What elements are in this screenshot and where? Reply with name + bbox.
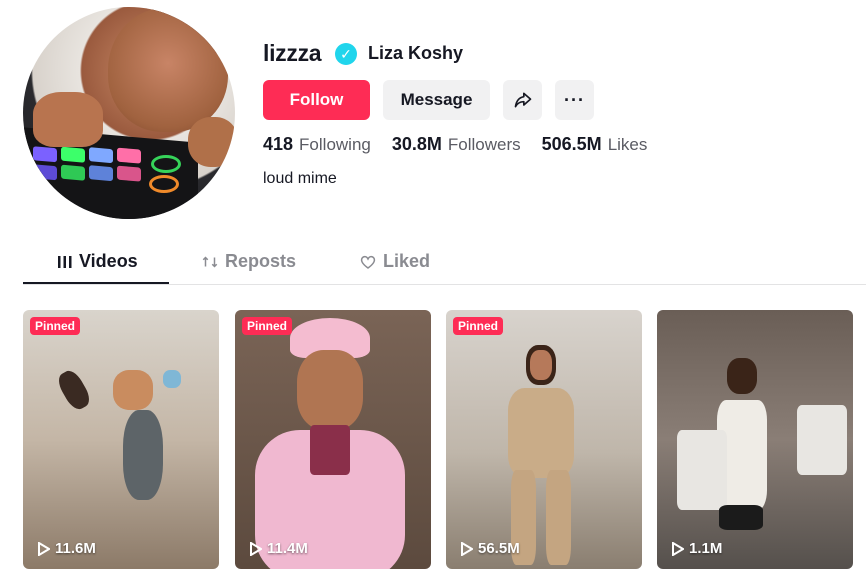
following-count: 418 bbox=[263, 134, 294, 154]
stat-likes: 506.5M Likes bbox=[542, 134, 648, 155]
active-tab-underline bbox=[23, 282, 169, 284]
view-count: 56.5M bbox=[461, 540, 520, 557]
tab-reposts-label: Reposts bbox=[225, 251, 297, 271]
play-icon bbox=[461, 541, 473, 556]
verified-badge-icon: ✓ bbox=[335, 43, 357, 65]
profile-bio: loud mime bbox=[263, 170, 337, 187]
view-count: 11.4M bbox=[250, 540, 308, 557]
avatar-hand bbox=[188, 117, 235, 167]
share-icon bbox=[514, 92, 531, 108]
view-count-value: 11.6M bbox=[55, 540, 96, 557]
likes-count: 506.5M bbox=[541, 134, 602, 154]
avatar-face bbox=[108, 7, 228, 132]
profile-nickname: Liza Koshy bbox=[368, 43, 464, 63]
heart-icon bbox=[360, 255, 376, 269]
pinned-badge: Pinned bbox=[30, 317, 81, 335]
play-icon bbox=[38, 541, 50, 556]
tab-liked-label: Liked bbox=[383, 251, 431, 271]
tab-liked[interactable]: Liked bbox=[359, 251, 430, 272]
follow-button[interactable]: Follow bbox=[263, 80, 370, 120]
play-icon bbox=[250, 541, 262, 556]
view-count-value: 1.1M bbox=[689, 540, 723, 557]
tab-videos-label: Videos bbox=[79, 251, 138, 271]
view-count: 1.1M bbox=[672, 540, 722, 557]
likes-label: Likes bbox=[607, 135, 648, 154]
video-card[interactable]: Pinned 11.4M bbox=[235, 310, 431, 569]
message-button[interactable]: Message bbox=[383, 80, 490, 120]
more-options-button[interactable]: ··· bbox=[555, 80, 594, 120]
play-icon bbox=[672, 541, 684, 556]
repost-icon bbox=[202, 255, 218, 268]
video-card[interactable]: Pinned 11.6M bbox=[23, 310, 219, 569]
followers-label: Followers bbox=[447, 135, 521, 154]
view-count-value: 11.4M bbox=[267, 540, 308, 557]
profile-username: lizzza bbox=[263, 40, 322, 66]
view-count-value: 56.5M bbox=[478, 540, 520, 557]
share-button[interactable] bbox=[503, 80, 542, 120]
pinned-badge: Pinned bbox=[242, 317, 293, 335]
video-card[interactable]: 1.1M bbox=[657, 310, 853, 569]
video-card[interactable]: Pinned 56.5M bbox=[446, 310, 642, 569]
stat-followers[interactable]: 30.8M Followers bbox=[392, 134, 521, 155]
pinned-badge: Pinned bbox=[453, 317, 504, 335]
tab-videos[interactable]: Videos bbox=[57, 251, 138, 272]
followers-count: 30.8M bbox=[391, 134, 442, 154]
grid-icon bbox=[58, 255, 72, 268]
profile-tabs: Videos Reposts Liked bbox=[23, 245, 866, 285]
tab-reposts[interactable]: Reposts bbox=[201, 251, 296, 272]
view-count: 11.6M bbox=[38, 540, 96, 557]
stat-following[interactable]: 418 Following bbox=[263, 134, 371, 155]
avatar-hand bbox=[33, 92, 103, 147]
profile-stats: 418 Following 30.8M Followers 506.5M Likes bbox=[263, 134, 647, 155]
avatar[interactable] bbox=[23, 7, 235, 219]
following-label: Following bbox=[299, 135, 371, 154]
